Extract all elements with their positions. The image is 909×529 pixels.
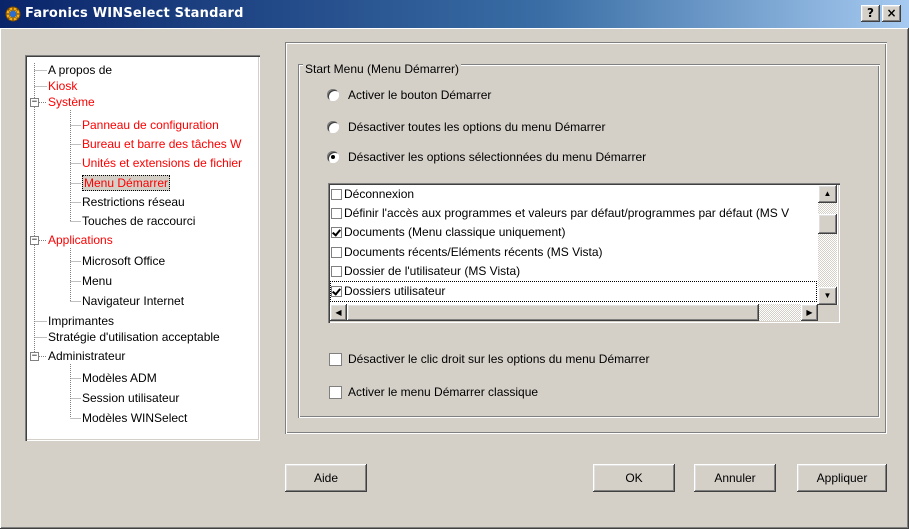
tree-item-bureau-barre-taches[interactable]: Bureau et barre des tâches W xyxy=(82,136,241,152)
help-button[interactable]: Aide xyxy=(285,464,367,492)
horizontal-scrollbar[interactable]: ◀ ▶ xyxy=(330,304,818,321)
cancel-button[interactable]: Annuler xyxy=(694,464,776,492)
ok-button[interactable]: OK xyxy=(593,464,675,492)
checkbox-classic-start-menu[interactable] xyxy=(329,386,342,399)
vertical-scrollbar[interactable]: ▲ ▼ xyxy=(818,185,837,305)
navigation-tree[interactable]: − − − A propos de Kiosk Système Panneau … xyxy=(25,55,260,441)
list-checkbox[interactable] xyxy=(331,286,342,297)
tree-item-modeles-adm[interactable]: Modèles ADM xyxy=(82,370,157,386)
expander-applications-icon[interactable]: − xyxy=(30,236,39,245)
tree-item-menu[interactable]: Menu xyxy=(82,273,112,289)
checkbox-disable-right-click[interactable] xyxy=(329,353,342,366)
scroll-right-icon[interactable]: ▶ xyxy=(801,304,818,321)
expander-systeme-icon[interactable]: − xyxy=(30,98,39,107)
scroll-corner xyxy=(818,305,838,321)
list-checkbox[interactable] xyxy=(331,266,342,277)
close-button[interactable]: × xyxy=(882,5,901,22)
tree-item-a-propos[interactable]: A propos de xyxy=(48,62,112,78)
window-title: Faronics WINSelect Standard xyxy=(25,6,244,21)
radio-disable-all[interactable] xyxy=(327,121,339,133)
tree-item-session-utilisateur[interactable]: Session utilisateur xyxy=(82,390,179,406)
title-bar: Faronics WINSelect Standard ? × xyxy=(0,0,909,28)
expander-administrateur-icon[interactable]: − xyxy=(30,352,39,361)
tree-item-applications[interactable]: Applications xyxy=(48,232,113,248)
tree-item-imprimantes[interactable]: Imprimantes xyxy=(48,313,114,329)
tree-item-administrateur[interactable]: Administrateur xyxy=(48,348,125,364)
scroll-down-icon[interactable]: ▼ xyxy=(818,287,837,305)
group-label: Start Menu (Menu Démarrer) xyxy=(303,62,462,76)
tree-item-menu-demarrer[interactable]: Menu Démarrer xyxy=(82,175,171,191)
scroll-thumb-horizontal[interactable] xyxy=(347,304,759,321)
apply-button[interactable]: Appliquer xyxy=(797,464,887,492)
radio-disable-all-label[interactable]: Désactiver toutes les options du menu Dé… xyxy=(348,120,605,134)
radio-enable-start-label[interactable]: Activer le bouton Démarrer xyxy=(348,88,491,102)
list-checkbox[interactable] xyxy=(331,189,342,200)
tree-item-unites-extensions[interactable]: Unités et extensions de fichier xyxy=(82,155,242,171)
start-menu-options-list[interactable]: Déconnexion Définir l'accès aux programm… xyxy=(328,183,840,323)
tree-item-restrictions-reseau[interactable]: Restrictions réseau xyxy=(82,194,185,210)
checkbox-disable-right-click-label[interactable]: Désactiver le clic droit sur les options… xyxy=(348,352,649,366)
tree-item-touches-raccourci[interactable]: Touches de raccourci xyxy=(82,213,195,229)
tree-item-modeles-winselect[interactable]: Modèles WINSelect xyxy=(82,410,187,426)
radio-enable-start[interactable] xyxy=(327,89,339,101)
tree-item-navigateur-internet[interactable]: Navigateur Internet xyxy=(82,293,184,309)
help-title-button[interactable]: ? xyxy=(861,5,880,22)
radio-disable-selected-label[interactable]: Désactiver les options sélectionnées du … xyxy=(348,150,646,164)
scroll-left-icon[interactable]: ◀ xyxy=(330,304,347,321)
radio-disable-selected[interactable] xyxy=(327,151,339,163)
tree-item-strategie-utilisation[interactable]: Stratégie d'utilisation acceptable xyxy=(48,329,220,345)
tree-item-panneau-configuration[interactable]: Panneau de configuration xyxy=(82,117,219,133)
tree-item-kiosk[interactable]: Kiosk xyxy=(48,78,77,94)
scroll-up-icon[interactable]: ▲ xyxy=(818,185,837,203)
checkbox-classic-start-menu-label[interactable]: Activer le menu Démarrer classique xyxy=(348,385,538,399)
tree-item-systeme[interactable]: Système xyxy=(48,94,95,110)
list-checkbox[interactable] xyxy=(331,247,342,258)
app-icon xyxy=(5,6,21,22)
scroll-thumb-vertical[interactable] xyxy=(818,214,837,234)
list-checkbox[interactable] xyxy=(331,227,342,238)
tree-item-microsoft-office[interactable]: Microsoft Office xyxy=(82,253,165,269)
list-item-focused[interactable]: Dossiers utilisateur xyxy=(330,281,817,302)
list-checkbox[interactable] xyxy=(331,208,342,219)
